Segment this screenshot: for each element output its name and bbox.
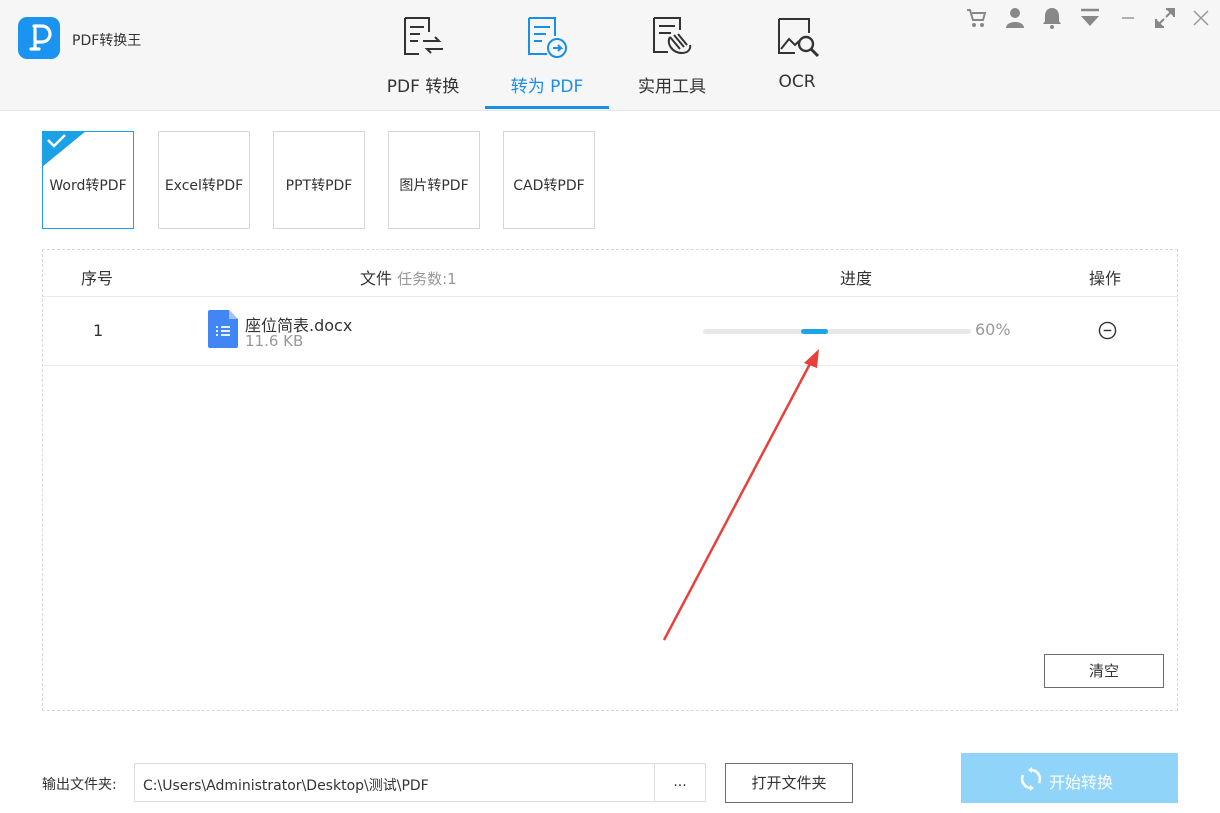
table-row[interactable]: 1 座位简表.docx 11.6 KB 60% [43,297,1177,366]
progress-fill [801,329,828,334]
tab-to-pdf[interactable]: 转为 PDF [485,0,609,110]
output-path: C:\Users\Administrator\Desktop\测试\PDF [143,778,429,794]
file-table: 序号 文件 任务数:1 进度 操作 1 座位简表.docx 11.6 KB 60… [42,249,1178,711]
app-logo-icon [18,17,60,59]
document-convert-icon [404,17,443,55]
start-convert-button[interactable]: 开始转换 [961,753,1178,803]
remove-file-icon[interactable] [1098,321,1117,340]
start-convert-label: 开始转换 [1049,773,1114,792]
format-label: 图片转PDF [399,178,469,194]
tab-label: PDF 转换 [386,77,460,97]
cart-icon[interactable] [965,6,989,30]
tab-pdf-convert[interactable]: PDF 转换 [361,0,485,110]
menu-dropdown-icon[interactable] [1078,6,1102,30]
output-folder-label: 输出文件夹: [42,777,117,793]
progress-percent: 60% [975,320,1011,339]
tab-label: 实用工具 [638,77,706,97]
task-count: 任务数:1 [397,270,457,288]
word-document-icon [208,310,238,348]
header-actions: 操作 [1089,269,1122,288]
close-icon[interactable] [1189,6,1213,30]
tab-label: OCR [778,72,816,92]
maximize-icon[interactable] [1153,6,1177,30]
table-header: 序号 文件 任务数:1 进度 操作 [43,250,1177,297]
header-index: 序号 [81,269,114,288]
format-image-to-pdf[interactable]: 图片转PDF [388,131,480,229]
format-label: Excel转PDF [164,178,244,194]
format-word-to-pdf[interactable]: Word转PDF [42,131,134,229]
clear-button[interactable]: 清空 [1044,654,1164,688]
format-label: Word转PDF [49,178,127,194]
format-cad-to-pdf[interactable]: CAD转PDF [503,131,595,229]
tab-ocr[interactable]: OCR [735,0,859,110]
minimize-icon[interactable] [1116,6,1140,30]
browse-button[interactable]: ... [654,764,705,801]
tab-tools[interactable]: 实用工具 [610,0,734,110]
file-size: 11.6 KB [245,332,304,350]
format-ppt-to-pdf[interactable]: PPT转PDF [273,131,365,229]
refresh-icon [1020,767,1042,791]
app-title: PDF转换王 [72,33,142,49]
output-path-field[interactable]: C:\Users\Administrator\Desktop\测试\PDF ..… [134,763,706,802]
checkmark-icon [42,131,86,167]
row-index: 1 [93,321,104,340]
open-folder-button[interactable]: 打开文件夹 [725,763,853,803]
user-icon[interactable] [1003,6,1027,30]
header-file: 文件 任务数:1 [360,265,457,289]
tools-hand-icon [653,17,692,55]
format-label: CAD转PDF [513,178,585,194]
document-to-pdf-icon [528,17,567,58]
progress-bar [703,329,971,334]
active-tab-indicator [485,106,609,109]
header-progress: 进度 [840,269,873,288]
bell-icon[interactable] [1040,6,1064,30]
header-bar: PDF转换王 PDF 转换 转为 PDF 实用工具 OCR [0,0,1220,111]
format-excel-to-pdf[interactable]: Excel转PDF [158,131,250,229]
tab-label: 转为 PDF [510,77,584,97]
image-search-icon [778,18,820,58]
header-file-label: 文件 [360,269,393,288]
format-label: PPT转PDF [285,178,353,194]
